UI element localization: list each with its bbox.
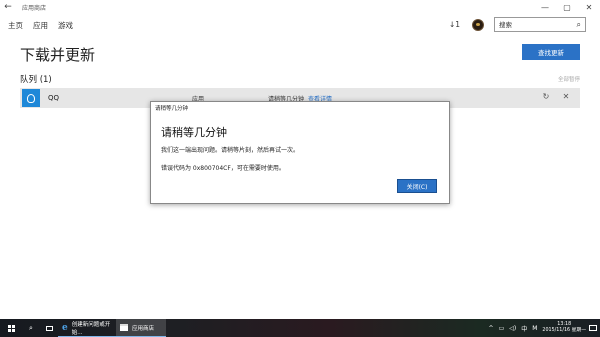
retry-icon[interactable]: ↻ bbox=[540, 92, 552, 101]
clock[interactable]: 13:18 2015/11/16 星期一 bbox=[542, 322, 586, 334]
nav-item-apps[interactable]: 应用 bbox=[33, 20, 48, 31]
windows-logo-icon bbox=[7, 324, 15, 332]
taskbar-app-edge[interactable]: e 创建新问题或开始... bbox=[58, 319, 116, 337]
page-title: 下载并更新 bbox=[20, 46, 96, 64]
avatar[interactable] bbox=[472, 18, 484, 31]
dialog-heading: 请稍等几分钟 bbox=[161, 126, 227, 139]
edge-icon: e bbox=[62, 322, 68, 333]
qq-app-icon bbox=[22, 89, 40, 107]
nav-right-group: ↓1 ⌕ bbox=[449, 17, 586, 32]
volume-icon[interactable]: ◁) bbox=[509, 325, 516, 332]
start-button[interactable] bbox=[0, 319, 22, 337]
system-tray: ^ ▭ ◁) 中 M 13:18 2015/11/16 星期一 bbox=[489, 319, 600, 337]
taskbar-app-label: 应用商店 bbox=[132, 325, 155, 332]
taskbar-search-icon[interactable]: ⌕ bbox=[22, 319, 40, 337]
window-title: 应用商店 bbox=[22, 4, 47, 12]
search-input[interactable] bbox=[499, 20, 569, 29]
ime-indicator[interactable]: 中 bbox=[521, 324, 527, 333]
task-view-button[interactable] bbox=[40, 319, 58, 337]
tray-expand-icon[interactable]: ^ bbox=[489, 325, 494, 332]
pause-all-button[interactable]: 全部暂停 bbox=[558, 75, 580, 83]
ime-mode-indicator[interactable]: M bbox=[532, 325, 537, 332]
taskbar: ⌕ e 创建新问题或开始... 应用商店 ^ ▭ ◁) 中 M 13:18 20… bbox=[0, 319, 600, 337]
dialog-error-code: 错误代码为 0x800704CF，可在需要时使用。 bbox=[161, 165, 285, 172]
dialog-close-button[interactable]: 关闭(C) bbox=[397, 179, 437, 193]
search-box: ⌕ bbox=[494, 17, 586, 32]
dialog-title: 请稍等几分钟 bbox=[155, 106, 189, 112]
minimize-button[interactable]: — bbox=[534, 0, 556, 14]
clock-date: 2015/11/16 星期一 bbox=[542, 328, 586, 333]
download-count-indicator[interactable]: ↓1 bbox=[449, 20, 460, 29]
search-icon[interactable]: ⌕ bbox=[577, 20, 581, 30]
close-window-button[interactable]: ✕ bbox=[578, 0, 600, 14]
nav-bar: 主页 应用 游戏 ↓1 ⌕ bbox=[0, 14, 600, 36]
back-arrow-icon[interactable]: ← bbox=[0, 0, 16, 14]
error-dialog: 请稍等几分钟 请稍等几分钟 我们这一端出现问题。请稍等片刻，然后再试一次。 错误… bbox=[150, 101, 450, 204]
store-icon bbox=[120, 324, 128, 331]
taskbar-app-store[interactable]: 应用商店 bbox=[116, 319, 166, 337]
maximize-button[interactable]: ▢ bbox=[556, 0, 578, 14]
queue-label: 队列 (1) bbox=[20, 75, 52, 85]
window-controls: — ▢ ✕ bbox=[534, 0, 600, 14]
network-icon[interactable]: ▭ bbox=[499, 325, 505, 332]
task-view-icon bbox=[45, 325, 53, 331]
title-bar: ← 应用商店 — ▢ ✕ bbox=[0, 0, 600, 14]
notification-icon[interactable] bbox=[589, 325, 597, 331]
taskbar-app-label: 创建新问题或开始... bbox=[71, 321, 111, 336]
nav-item-games[interactable]: 游戏 bbox=[58, 20, 73, 31]
dialog-message: 我们这一端出现问题。请稍等片刻，然后再试一次。 bbox=[161, 147, 300, 154]
check-updates-button[interactable]: 查找更新 bbox=[522, 44, 580, 60]
remove-icon[interactable]: ✕ bbox=[560, 92, 572, 101]
nav-item-home[interactable]: 主页 bbox=[8, 20, 23, 31]
